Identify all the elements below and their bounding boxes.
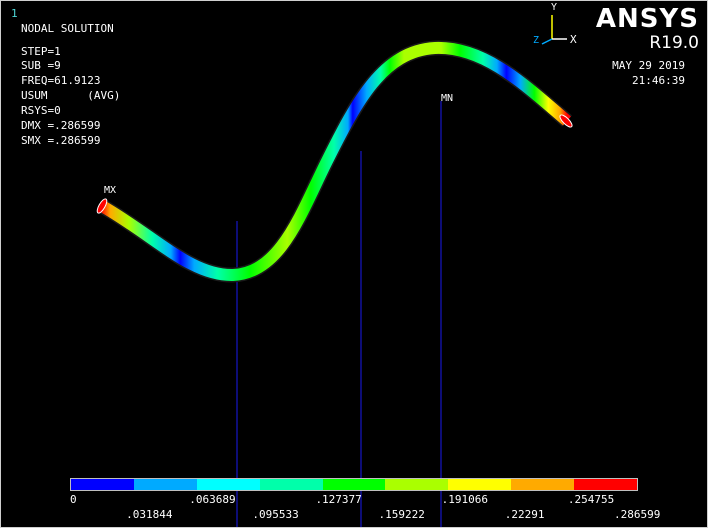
legend-swatch	[196, 479, 260, 490]
triad-z-label: Z	[533, 35, 539, 46]
triad-x-label: X	[570, 33, 577, 46]
legend-label: .127377	[315, 493, 362, 506]
legend-swatch	[574, 479, 638, 490]
legend-swatch	[448, 479, 512, 490]
graphics-viewport[interactable]: 1 NODAL SOLUTION STEP=1 SUB =9 FREQ=61.9…	[0, 0, 708, 528]
max-marker-label: MX	[104, 185, 116, 196]
legend-label: .095533	[252, 508, 299, 521]
legend-label: .191066	[441, 493, 489, 506]
legend-label: .031844	[126, 508, 173, 521]
model-view: Y X Z MX MN	[96, 2, 577, 527]
legend-label: .159222	[378, 508, 425, 521]
legend-label: .22291	[504, 508, 545, 521]
legend-swatch	[511, 479, 575, 490]
coordinate-triad-icon: Y X Z	[533, 2, 577, 46]
legend-swatch	[71, 479, 134, 490]
min-marker-label: MN	[441, 93, 453, 104]
legend-label: 0	[70, 493, 77, 506]
legend-swatch	[259, 479, 323, 490]
contour-legend-bar	[70, 478, 638, 491]
pipe-outline	[98, 40, 572, 283]
legend-swatch	[322, 479, 386, 490]
legend-swatch	[133, 479, 197, 490]
legend-label: .063689	[189, 493, 236, 506]
legend-label: .254755	[567, 493, 615, 506]
triad-y-label: Y	[551, 2, 557, 13]
legend-label: .286599	[614, 508, 661, 521]
legend-swatch	[385, 479, 449, 490]
